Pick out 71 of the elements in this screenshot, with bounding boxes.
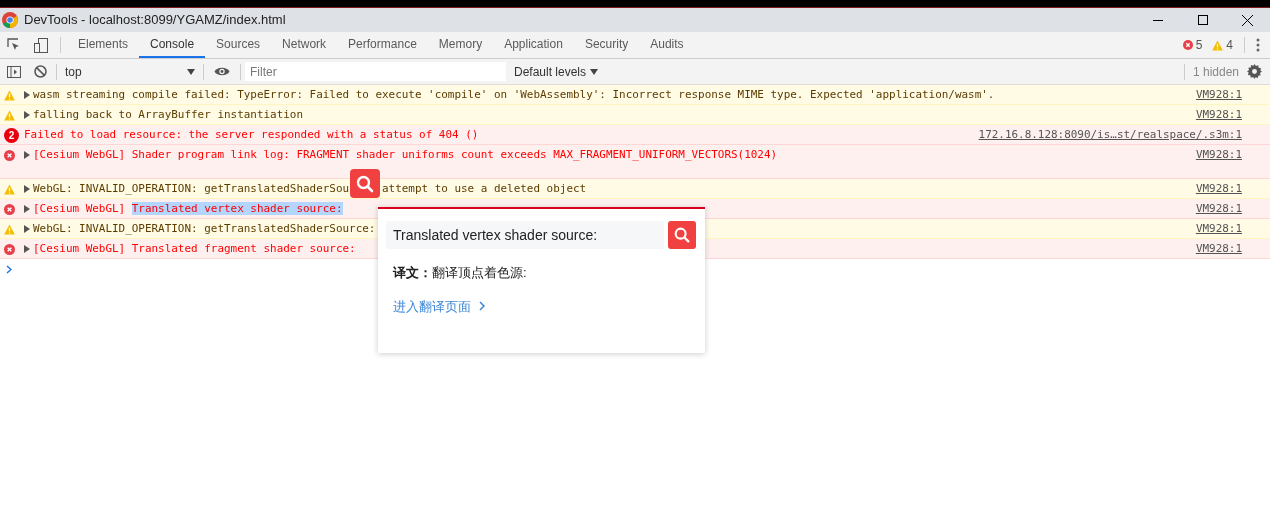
repeat-count: 2: [4, 127, 19, 143]
eye-icon[interactable]: [214, 66, 230, 77]
settings-icon[interactable]: [1247, 64, 1262, 79]
browser-logo-icon: [2, 12, 18, 28]
error-count: 5: [1195, 37, 1203, 54]
source-link[interactable]: VM928:1: [1185, 108, 1242, 122]
message-text: WebGL: INVALID_OPERATION: getTranslatedShaderSource:: [33, 222, 376, 236]
source-link[interactable]: VM928:1: [1185, 88, 1242, 102]
message-text: wasm streaming compile failed: TypeError: Failed to execute 'compile' on 'WebAssembly': Incorrect response MIME type. Expected 'application/wasm'.: [33, 88, 995, 102]
levels-dropdown[interactable]: Default levels: [514, 62, 599, 81]
source-link[interactable]: VM928:1: [1185, 148, 1242, 162]
minimize-icon: [1152, 19, 1163, 21]
message-text: [Cesium WebGL] Shader program link log: FRAGMENT shader uniforms count exceeds MAX_FRAGMENT_UNIFORM_VECTORS(1024): [33, 148, 778, 162]
panel-tab[interactable]: Audits: [639, 32, 695, 58]
expand-arrow-icon[interactable]: [24, 245, 30, 253]
device-icon: [34, 37, 48, 53]
source-link[interactable]: VM928:1: [1185, 202, 1242, 216]
translate-float-button[interactable]: [350, 169, 380, 198]
panel-tab[interactable]: Network: [271, 32, 338, 58]
search-button[interactable]: [668, 221, 696, 249]
error-icon: [1182, 40, 1193, 50]
source-link[interactable]: VM928:1: [1185, 222, 1242, 236]
panel-tab[interactable]: Security: [573, 32, 640, 58]
message-text: attempt to use a deleted object: [382, 182, 587, 196]
search-icon: [355, 173, 375, 194]
message-text: WebGL: INVALID_OPERATION: getTranslatedShaderSou: [33, 182, 350, 196]
panel-tab[interactable]: Sources: [205, 32, 272, 58]
panel-tab[interactable]: Elements: [67, 32, 140, 58]
sidebar-icon: [7, 65, 21, 78]
more-options-icon[interactable]: [1256, 38, 1260, 52]
expand-arrow-icon[interactable]: [24, 205, 30, 213]
message-text: falling back to ArrayBuffer instantiation: [33, 108, 303, 122]
message-text: [Cesium WebGL] Translated vertex shader source:: [33, 202, 343, 216]
source-link[interactable]: 172.16.8.128:8090/is…st/realspace/.s3m:1: [968, 128, 1242, 142]
expand-arrow-icon[interactable]: [24, 185, 30, 193]
error-icon: [4, 149, 15, 161]
panel-tab[interactable]: Performance: [337, 32, 428, 58]
maximize-icon: [1197, 15, 1208, 25]
translate-page-link[interactable]: 进入翻译页面: [393, 296, 697, 316]
expand-arrow-icon[interactable]: [24, 111, 30, 119]
inspect-icon: [7, 38, 21, 52]
warning-icon: [1212, 39, 1224, 51]
source-link[interactable]: VM928:1: [1185, 182, 1242, 196]
panel-tab[interactable]: Application: [493, 32, 574, 58]
message-text: Failed to load resource: the server responded with a status of 404 (): [24, 128, 479, 142]
warning-icon: [4, 223, 15, 235]
close-icon: [1242, 14, 1253, 26]
warning-icon: [4, 89, 15, 101]
chevron-right-icon: [479, 301, 485, 312]
expand-arrow-icon[interactable]: [24, 91, 30, 99]
filter-field[interactable]: Filter: [245, 62, 506, 81]
panel-tab[interactable]: Memory: [427, 32, 494, 58]
hidden-count: 1 hidden: [1192, 63, 1239, 81]
context-select[interactable]: top: [61, 62, 199, 81]
translation-input[interactable]: Translated vertex shader source:: [386, 221, 664, 249]
warning-count: 4: [1226, 37, 1233, 54]
expand-arrow-icon[interactable]: [24, 225, 30, 233]
warning-icon: [4, 109, 15, 121]
caret-icon: [187, 68, 195, 75]
clear-icon: [33, 65, 47, 78]
search-icon: [673, 226, 691, 244]
warning-icon: [4, 183, 15, 195]
error-icon: [4, 243, 15, 255]
translation-result: 译文：翻译顶点着色源:: [391, 264, 528, 282]
prompt-chevron-icon: [6, 264, 12, 274]
source-link[interactable]: VM928:1: [1185, 242, 1242, 256]
window-title: DevTools - localhost:8099/YGAMZ/index.html: [24, 11, 286, 30]
error-icon: [4, 203, 15, 215]
caret-icon: [590, 68, 599, 75]
expand-arrow-icon[interactable]: [24, 151, 30, 159]
message-text: [Cesium WebGL] Translated fragment shader source:: [33, 242, 356, 256]
